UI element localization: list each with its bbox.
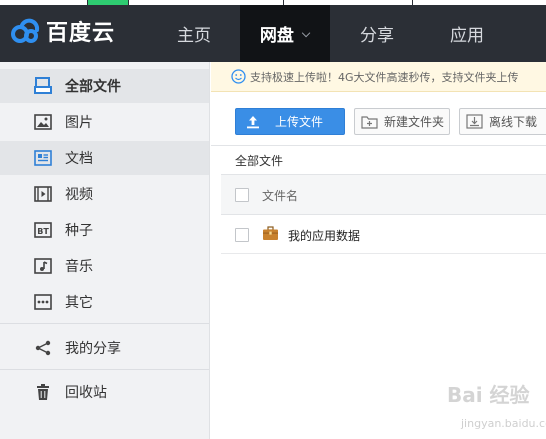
- offline-download-button[interactable]: 离线下载: [459, 108, 546, 135]
- nav-share[interactable]: 分享: [336, 5, 418, 62]
- file-name[interactable]: 我的应用数据: [288, 227, 360, 244]
- sidebar-item-label: 图片: [65, 115, 93, 131]
- video-icon: [34, 186, 52, 202]
- sidebar-item-label: 其它: [65, 295, 93, 311]
- nav-apps[interactable]: 应用: [426, 5, 508, 62]
- sidebar-item-videos[interactable]: 视频: [0, 177, 209, 211]
- sidebar-item-label: 文档: [65, 151, 93, 167]
- sidebar-item-label: 音乐: [65, 259, 93, 275]
- top-strip: [88, 0, 128, 5]
- chevron-down-icon: ⌵: [301, 26, 311, 40]
- top-strip: [0, 0, 87, 5]
- sidebar-item-label: 视频: [65, 187, 93, 203]
- share-icon: [35, 340, 51, 356]
- nav-share-label: 分享: [360, 26, 394, 46]
- sidebar-divider: [0, 323, 209, 324]
- all-files-icon: [34, 77, 52, 94]
- trash-icon: [37, 384, 49, 400]
- smile-icon: [231, 69, 246, 84]
- watermark-text: Bai 经验: [447, 383, 530, 407]
- sidebar-divider: [0, 369, 209, 370]
- notice-bar: 支持极速上传啦！4G大文件高速秒传，支持文件夹上传: [211, 62, 546, 92]
- nav-netdisk[interactable]: 网盘 ⌵: [240, 5, 330, 62]
- nav-netdisk-label: 网盘: [259, 26, 294, 46]
- new-folder-icon: [361, 116, 378, 129]
- file-list-header: 文件名: [221, 174, 546, 215]
- select-all-checkbox[interactable]: [235, 188, 249, 202]
- top-navigation-bar: 百度云 主页 网盘 ⌵ 分享 应用: [0, 0, 546, 62]
- sidebar-item-recycle-bin[interactable]: 回收站: [0, 375, 209, 409]
- nav-home-label: 主页: [177, 26, 211, 46]
- baidu-cloud-logo-icon: [11, 18, 40, 43]
- sidebar-item-documents[interactable]: 文档: [0, 141, 209, 175]
- breadcrumb[interactable]: 全部文件: [235, 152, 283, 169]
- notice-text: 支持极速上传啦！4G大文件高速秒传，支持文件夹上传: [250, 70, 519, 84]
- sidebar-item-images[interactable]: 图片: [0, 105, 209, 139]
- sidebar-item-label: 种子: [65, 223, 93, 239]
- nav-apps-label: 应用: [450, 26, 484, 46]
- svg-text:BT: BT: [37, 227, 49, 236]
- baidu-jingyan-watermark: Bai 经验 jingyan.baidu.com: [413, 374, 546, 436]
- image-icon: [34, 114, 52, 130]
- sidebar-item-label: 全部文件: [65, 79, 121, 95]
- sidebar-item-all-files[interactable]: 全部文件: [0, 69, 209, 103]
- sidebar-item-other[interactable]: 其它: [0, 285, 209, 319]
- music-icon: [34, 258, 52, 274]
- table-row[interactable]: 我的应用数据: [221, 216, 546, 254]
- toolbar-divider: [211, 145, 546, 146]
- sidebar-item-my-share[interactable]: 我的分享: [0, 331, 209, 365]
- document-icon: [34, 150, 52, 166]
- sidebar-item-label: 回收站: [65, 385, 107, 401]
- other-icon: [34, 294, 52, 310]
- sidebar-item-music[interactable]: 音乐: [0, 249, 209, 283]
- logo-text: 百度云: [46, 21, 116, 46]
- nav-home[interactable]: 主页: [153, 5, 235, 62]
- upload-button-label: 上传文件: [275, 115, 324, 129]
- app-data-folder-icon: [263, 226, 278, 240]
- sidebar: 全部文件 图片 文档 视频 BT 种子 音乐 其它 我的分享 回收站: [0, 62, 210, 439]
- new-folder-button[interactable]: 新建文件夹: [354, 108, 450, 135]
- torrent-icon: BT: [34, 222, 52, 238]
- sidebar-item-label: 我的分享: [65, 341, 121, 357]
- column-header-filename[interactable]: 文件名: [262, 187, 298, 204]
- download-icon: [466, 114, 483, 129]
- upload-icon: [247, 115, 259, 128]
- row-checkbox[interactable]: [235, 228, 249, 242]
- offline-download-button-label: 离线下载: [489, 115, 538, 129]
- sidebar-item-torrents[interactable]: BT 种子: [0, 213, 209, 247]
- new-folder-button-label: 新建文件夹: [384, 115, 445, 129]
- upload-button[interactable]: 上传文件: [235, 108, 345, 135]
- logo[interactable]: 百度云: [10, 14, 115, 48]
- watermark-url: jingyan.baidu.com: [461, 417, 546, 430]
